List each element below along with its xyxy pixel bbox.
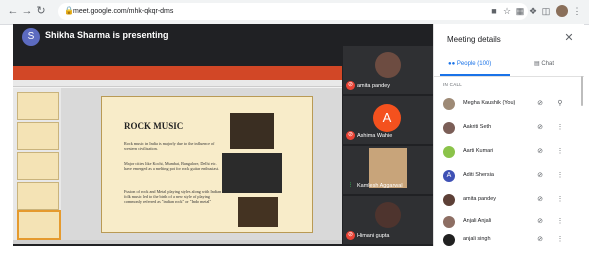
slide-title: ROCK MUSIC — [124, 121, 184, 131]
participant-name: Aditi Shersia — [463, 172, 494, 178]
slide-canvas: ROCK MUSIC Rock music in India is majorl… — [61, 88, 342, 240]
browser-toolbar: ← → ↻ 🔒 meet.google.com/mhk-qkqr-dms ■ ☆… — [0, 0, 589, 25]
participant-row[interactable]: Megha Kaushik (You) ⊘ ⚲ — [434, 94, 584, 114]
profile-avatar[interactable] — [556, 5, 568, 17]
reload-icon[interactable]: ↻ — [34, 4, 48, 18]
more-icon[interactable]: ⋮ — [556, 217, 564, 227]
meeting-details-panel: Meeting details ✕ ●● People (100) ▤ Chat… — [433, 24, 584, 246]
slide-bullet: Major cities like Kochi, Mumbai, Bangalo… — [124, 161, 220, 172]
slide-photo — [230, 113, 274, 149]
participant-name: Ashima Wahie — [357, 133, 393, 139]
presenter-avatar: S — [22, 28, 40, 46]
more-icon[interactable]: ⋮ — [556, 171, 564, 181]
participant-avatar — [443, 146, 455, 158]
back-icon[interactable]: ← — [6, 4, 20, 18]
slide-thumbnail — [17, 122, 59, 150]
slide-thumbnail — [17, 182, 59, 210]
participant-avatar — [443, 216, 455, 228]
mic-off-icon: ⊘ — [346, 231, 355, 240]
slide-bullet: Fusion of rock and Metal playing styles … — [124, 189, 222, 205]
participant-name: Anjali Anjali — [463, 218, 492, 224]
participant-video — [369, 148, 407, 188]
cast-icon[interactable]: ◫ — [540, 5, 552, 17]
tab-chat-label: Chat — [541, 61, 555, 67]
mic-off-icon: ⊘ — [346, 131, 355, 140]
address-bar[interactable]: 🔒 meet.google.com/mhk-qkqr-dms — [58, 3, 528, 20]
participant-row[interactable]: Aakriti Seth ⊘ ⋮ — [434, 118, 584, 138]
participant-avatar — [443, 122, 455, 134]
participant-row[interactable]: Aarti Kumari ⊘ ⋮ — [434, 142, 584, 162]
mic-off-icon: ⊘ — [537, 196, 543, 203]
panel-title: Meeting details — [447, 35, 501, 44]
extension-icon[interactable]: ▦ — [514, 5, 526, 17]
slide-photo — [238, 197, 278, 227]
participant-avatar: A — [373, 104, 401, 132]
slide-bullet: Rock music in India is majorly due to th… — [124, 141, 215, 152]
slide-thumbnail-selected — [17, 210, 61, 240]
mic-off-icon: ⊘ — [537, 124, 543, 131]
mic-off-icon: ⊘ — [537, 100, 543, 107]
speaking-icon: ⁝ — [349, 182, 352, 189]
participant-tile[interactable]: ⊘ Himani gupta — [343, 196, 433, 244]
mic-off-icon: ⊘ — [537, 218, 543, 225]
chat-icon: ▤ — [534, 61, 540, 67]
participant-tile[interactable]: ⁝ Kamlesh Aggarwal — [343, 146, 433, 194]
participant-name: Kamlesh Aggarwal — [357, 183, 403, 189]
participant-tile[interactable]: ⊘ amita pandey — [343, 46, 433, 94]
participant-name: anjali singh — [463, 236, 491, 242]
more-icon[interactable]: ⋮ — [556, 195, 564, 205]
meeting-stage: S Shikha Sharma is presenting ROCK MUSIC… — [13, 24, 433, 246]
participant-name: Aakriti Seth — [463, 124, 492, 130]
tab-divider — [434, 76, 584, 77]
participant-name: Aarti Kumari — [463, 148, 494, 154]
participant-name: amita pandey — [463, 196, 497, 202]
participant-avatar: A — [443, 170, 455, 182]
slide-thumbnail — [17, 152, 59, 180]
participant-tile[interactable]: A ⊘ Ashima Wahie — [343, 96, 433, 144]
participant-tiles: ⊘ amita pandey A ⊘ Ashima Wahie ⁝ Kamles… — [343, 46, 433, 246]
slide-thumbnail — [17, 92, 59, 120]
slide-thumbnails — [13, 88, 61, 240]
tab-people[interactable]: ●● People (100) — [448, 58, 491, 70]
url-text: meet.google.com/mhk-qkqr-dms — [73, 8, 174, 15]
participant-name: Megha Kaushik (You) — [463, 100, 516, 106]
more-icon[interactable]: ⋮ — [556, 235, 564, 245]
participant-avatar — [443, 194, 455, 206]
participant-avatar — [443, 234, 455, 246]
ppt-menu-bar — [13, 80, 342, 87]
menu-icon[interactable]: ⋮ — [571, 5, 583, 17]
tab-chat[interactable]: ▤ Chat — [534, 58, 554, 70]
lock-icon: 🔒 — [64, 6, 74, 15]
participant-row[interactable]: amita pandey ⊘ ⋮ — [434, 190, 584, 210]
presenter-label: Shikha Sharma is presenting — [45, 30, 169, 40]
ppt-ribbon — [13, 66, 342, 80]
puzzle-icon[interactable]: ❖ — [527, 5, 539, 17]
forward-icon[interactable]: → — [20, 4, 34, 18]
participant-avatar — [443, 98, 455, 110]
participant-name: amita pandey — [357, 83, 391, 89]
tab-people-label: People (100) — [456, 61, 492, 67]
more-icon[interactable]: ⋮ — [556, 123, 564, 133]
mic-off-icon: ⊘ — [537, 236, 543, 243]
ppt-status-bar — [13, 240, 342, 244]
camera-icon[interactable]: ■ — [488, 5, 500, 17]
participant-photo — [375, 202, 401, 228]
pin-icon[interactable]: ⚲ — [556, 99, 564, 109]
people-icon: ●● — [448, 61, 456, 67]
in-call-label: IN CALL — [443, 82, 463, 87]
mic-off-icon: ⊘ — [537, 148, 543, 155]
screen-share: ROCK MUSIC Rock music in India is majorl… — [13, 66, 342, 244]
mic-off-icon: ⊘ — [346, 81, 355, 90]
more-icon[interactable]: ⋮ — [556, 147, 564, 157]
slide-photo — [222, 153, 282, 193]
star-icon[interactable]: ☆ — [501, 5, 513, 17]
close-icon[interactable]: ✕ — [563, 32, 575, 44]
bottom-strip — [13, 246, 583, 259]
mic-off-icon: ⊘ — [537, 172, 543, 179]
participant-name: Himani gupta — [357, 233, 390, 239]
participant-photo — [375, 52, 401, 78]
participant-row[interactable]: A Aditi Shersia ⊘ ⋮ — [434, 166, 584, 186]
participant-row[interactable]: Anjali Anjali ⊘ ⋮ — [434, 212, 584, 232]
current-slide: ROCK MUSIC Rock music in India is majorl… — [101, 96, 313, 233]
